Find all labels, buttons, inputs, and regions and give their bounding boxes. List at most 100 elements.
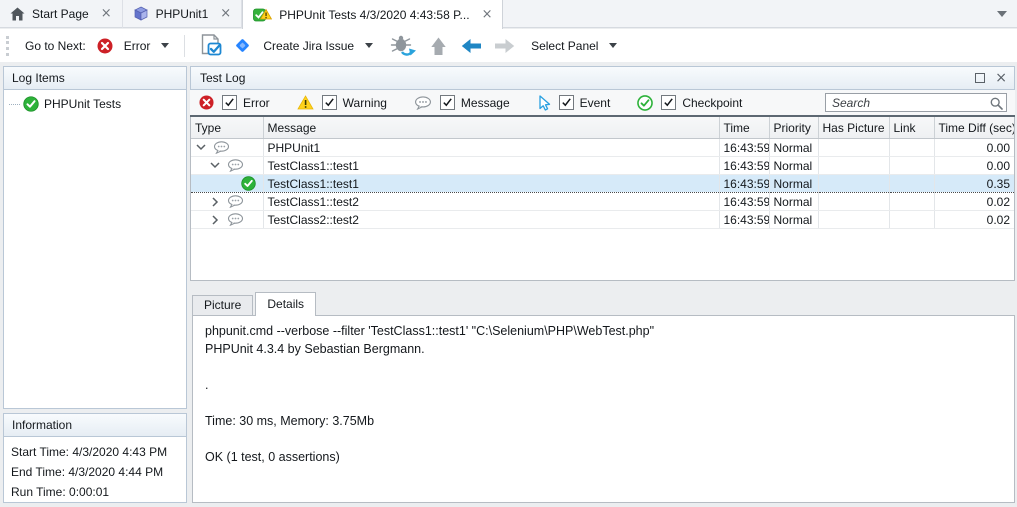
chevron-down-icon[interactable] <box>997 11 1007 17</box>
message-icon <box>213 141 230 154</box>
forward-arrow-icon[interactable] <box>494 38 515 54</box>
cell-time: 16:43:59 <box>719 175 769 193</box>
cell-has-picture <box>818 139 889 157</box>
filter-checkpoint: Checkpoint <box>637 95 742 111</box>
message-icon <box>227 213 244 226</box>
filter-warning: Warning <box>297 95 387 110</box>
start-time-line: Start Time: 4/3/2020 4:43 PM <box>11 442 179 462</box>
cell-message: TestClass2::test2 <box>263 211 719 229</box>
cell-priority: Normal <box>769 175 818 193</box>
expand-icon[interactable] <box>209 197 221 207</box>
message-checkbox[interactable] <box>440 95 455 110</box>
select-panel-dropdown-icon[interactable] <box>609 43 617 48</box>
close-icon[interactable]: × <box>220 9 231 19</box>
tab-picture[interactable]: Picture <box>192 295 253 316</box>
column-header-type[interactable]: Type <box>191 117 263 139</box>
column-header-time-diff[interactable]: Time Diff (sec) <box>934 117 1014 139</box>
go-to-next-dropdown-icon[interactable] <box>161 43 169 48</box>
log-table-container: Type Message Time Priority Has Picture L… <box>190 117 1015 281</box>
collapse-icon[interactable] <box>195 144 207 151</box>
details-content[interactable]: phpunit.cmd --verbose --filter 'TestClas… <box>192 315 1015 503</box>
table-row[interactable]: TestClass1::test216:43:59Normal0.02 <box>191 193 1014 211</box>
search-icon[interactable] <box>990 97 1003 110</box>
error-icon <box>97 38 113 54</box>
cell-time: 16:43:59 <box>719 139 769 157</box>
checkpoint-checkbox[interactable] <box>661 95 676 110</box>
cell-message: TestClass1::test1 <box>263 157 719 175</box>
result-ok-warning-icon <box>253 7 272 23</box>
tab-phpunit1[interactable]: PHPUnit1 × <box>123 0 243 28</box>
up-arrow-icon[interactable] <box>430 36 447 56</box>
cell-has-picture <box>818 157 889 175</box>
cell-time-diff: 0.02 <box>934 211 1014 229</box>
go-to-next-type[interactable]: Error <box>124 39 151 53</box>
report-icon[interactable] <box>200 34 223 57</box>
tab-details[interactable]: Details <box>255 292 316 316</box>
column-header-link[interactable]: Link <box>889 117 934 139</box>
create-jira-issue-button[interactable]: Create Jira Issue <box>263 39 354 53</box>
post-issue-bug-icon[interactable] <box>390 35 417 57</box>
log-tree-item-label: PHPUnit Tests <box>44 97 121 111</box>
cell-link <box>889 175 934 193</box>
tab-start-page[interactable]: Start Page × <box>0 0 123 28</box>
table-row[interactable]: TestClass2::test216:43:59Normal0.02 <box>191 211 1014 229</box>
expand-icon[interactable] <box>209 215 221 225</box>
cell-type <box>191 193 263 211</box>
cell-time-diff: 0.35 <box>934 175 1014 193</box>
column-header-message[interactable]: Message <box>263 117 719 139</box>
table-row[interactable]: PHPUnit116:43:59Normal0.00 <box>191 139 1014 157</box>
test-log-panel: Test Log × Error Warning Message Event <box>190 66 1015 503</box>
cell-priority: Normal <box>769 139 818 157</box>
warning-checkbox[interactable] <box>322 95 337 110</box>
float-panel-icon[interactable] <box>975 73 985 83</box>
collapse-icon[interactable] <box>209 162 221 169</box>
cell-type <box>191 157 263 175</box>
filter-label: Event <box>580 96 611 110</box>
cell-has-picture <box>818 193 889 211</box>
checkpoint-icon <box>241 176 256 191</box>
details-line: OK (1 test, 0 assertions) <box>205 448 1002 466</box>
column-header-has-picture[interactable]: Has Picture <box>818 117 889 139</box>
cell-has-picture <box>818 175 889 193</box>
event-checkbox[interactable] <box>559 95 574 110</box>
cell-time-diff: 0.00 <box>934 157 1014 175</box>
error-icon <box>199 95 214 110</box>
cell-has-picture <box>818 211 889 229</box>
column-header-time[interactable]: Time <box>719 117 769 139</box>
create-jira-dropdown-icon[interactable] <box>365 43 373 48</box>
log-items-panel: Log Items PHPUnit Tests <box>3 66 187 409</box>
column-header-priority[interactable]: Priority <box>769 117 818 139</box>
tab-phpunit-tests-log[interactable]: PHPUnit Tests 4/3/2020 4:43:58 P... × <box>242 0 503 29</box>
table-row[interactable]: TestClass1::test116:43:59Normal0.35 <box>191 175 1014 193</box>
table-row[interactable]: TestClass1::test116:43:59Normal0.00 <box>191 157 1014 175</box>
go-to-next-label: Go to Next: <box>25 39 86 53</box>
toolbar-drag-handle[interactable] <box>6 36 9 56</box>
tab-label: PHPUnit Tests 4/3/2020 4:43:58 P... <box>279 8 469 22</box>
project-cube-icon <box>133 6 149 22</box>
select-panel-button[interactable]: Select Panel <box>531 39 598 53</box>
cell-priority: Normal <box>769 211 818 229</box>
cell-time: 16:43:59 <box>719 157 769 175</box>
details-line <box>205 430 1002 448</box>
filter-message: Message <box>414 95 510 110</box>
log-table: Type Message Time Priority Has Picture L… <box>191 117 1014 229</box>
details-line <box>205 394 1002 412</box>
cell-type <box>191 211 263 229</box>
information-header: Information <box>4 414 186 437</box>
close-icon[interactable]: × <box>101 9 112 19</box>
close-panel-icon[interactable]: × <box>995 74 1007 83</box>
cell-priority: Normal <box>769 193 818 211</box>
log-items-header: Log Items <box>4 67 186 90</box>
cell-type <box>191 175 263 193</box>
message-icon <box>227 159 244 172</box>
log-tree-item-phpunit-tests[interactable]: PHPUnit Tests <box>4 90 186 112</box>
back-arrow-icon[interactable] <box>461 38 482 54</box>
error-checkbox[interactable] <box>222 95 237 110</box>
cell-time: 16:43:59 <box>719 193 769 211</box>
cell-link <box>889 193 934 211</box>
close-icon[interactable]: × <box>482 10 493 20</box>
search-box <box>825 93 1007 112</box>
cell-link <box>889 211 934 229</box>
search-input[interactable] <box>825 93 1007 112</box>
details-line <box>205 358 1002 376</box>
